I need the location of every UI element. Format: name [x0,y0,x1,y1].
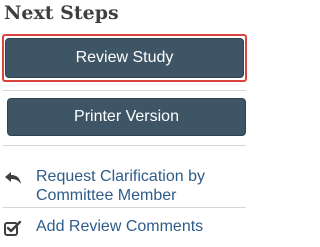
next-steps-panel: Next Steps Review Study Printer Version … [0,0,251,247]
divider [3,207,246,208]
checkbox-check-icon [4,219,28,237]
add-review-comments-label[interactable]: Add Review Comments [28,217,203,236]
review-study-button[interactable]: Review Study [5,38,244,78]
request-clarification-label[interactable]: Request Clarification by Committee Membe… [28,167,249,205]
divider [3,145,246,146]
printer-version-button[interactable]: Printer Version [7,98,246,136]
divider [3,90,246,91]
reply-arrow-icon [4,169,28,187]
request-clarification-link[interactable]: Request Clarification by Committee Membe… [4,167,249,205]
add-review-comments-link[interactable]: Add Review Comments [4,217,249,237]
section-title: Next Steps [4,2,119,24]
